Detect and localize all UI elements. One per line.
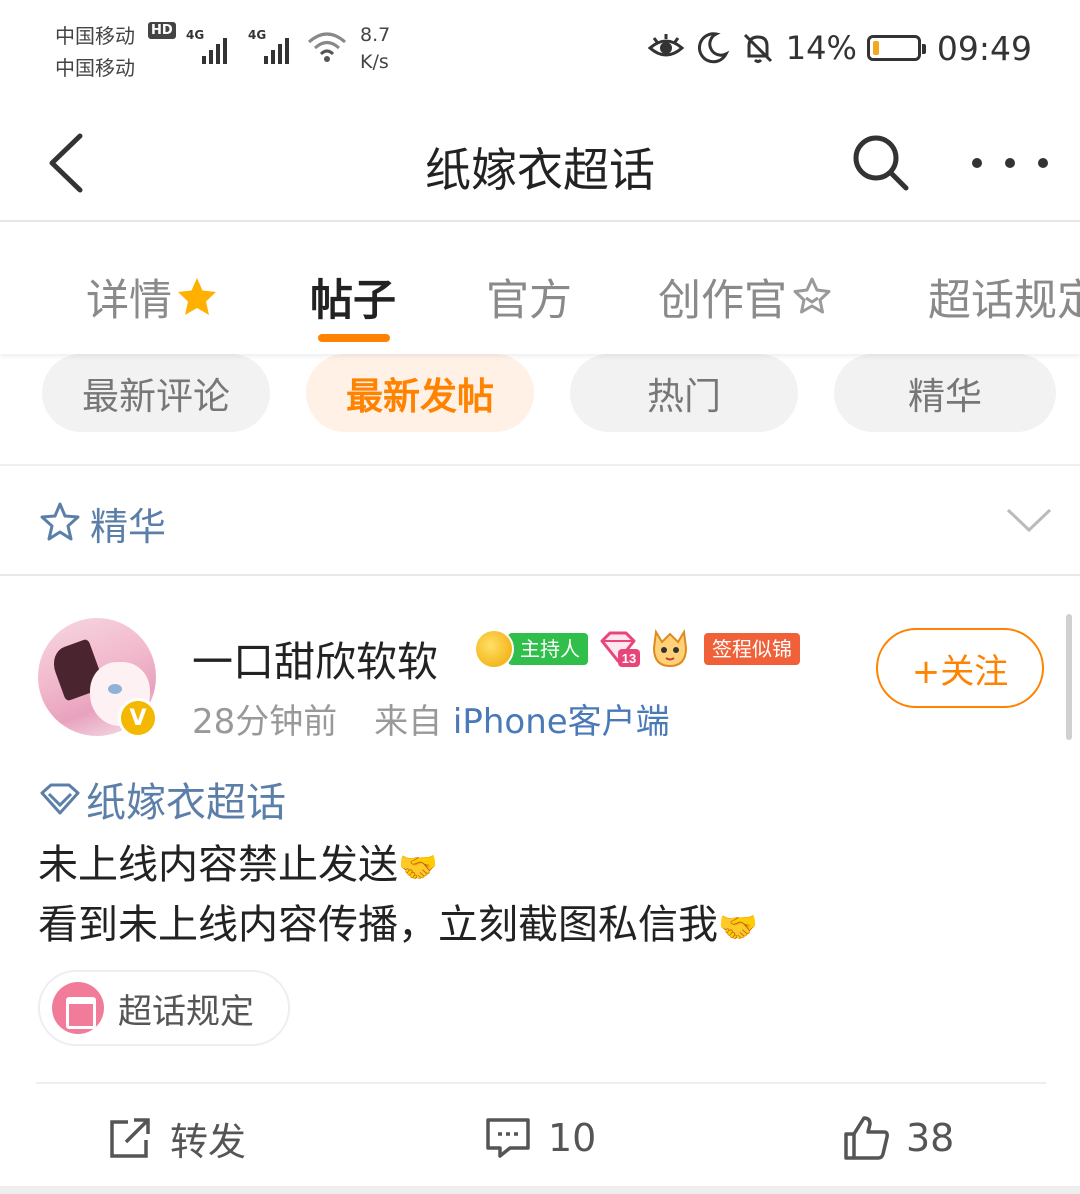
carrier-1: 中国移动 bbox=[55, 24, 135, 48]
tab-bar: 详情 帖子 官方 创作官 超话规定 bbox=[0, 222, 1080, 354]
post-text-2: 看到未上线内容传播，立刻截图私信我 bbox=[38, 902, 718, 948]
repost-label: 转发 bbox=[170, 1119, 247, 1164]
comment-icon bbox=[486, 1118, 530, 1158]
search-icon[interactable] bbox=[848, 130, 912, 194]
level-gem-icon[interactable]: 13 bbox=[596, 629, 640, 669]
handshake-icon: 🤝 bbox=[718, 908, 758, 946]
topic-label: 纸嫁衣超话 bbox=[86, 780, 286, 826]
tab-details[interactable]: 详情 bbox=[86, 266, 220, 328]
follow-button[interactable]: +关注 bbox=[876, 628, 1044, 708]
tab-official-label: 官方 bbox=[486, 276, 572, 326]
dragon-badge-icon[interactable] bbox=[648, 628, 692, 670]
mute-bell-icon bbox=[743, 33, 772, 63]
hd-badge: HD bbox=[148, 22, 176, 39]
like-count: 38 bbox=[906, 1116, 955, 1160]
verified-icon: V bbox=[118, 698, 158, 738]
user-badges: 主持人 13 签程似锦 bbox=[474, 628, 800, 670]
page-title: 纸嫁衣超话 bbox=[425, 143, 655, 197]
network-speed: 8.7 K/s bbox=[360, 22, 390, 76]
post-card: V 一口甜欣软软 主持人 13 签程似锦 +关注 28分钟前 来自 iPhone… bbox=[0, 578, 1080, 1194]
chevron-down-icon[interactable] bbox=[1004, 502, 1054, 538]
share-icon bbox=[110, 1118, 150, 1158]
tab-posts[interactable]: 帖子 bbox=[310, 266, 396, 328]
tab-details-label: 详情 bbox=[86, 276, 172, 326]
handshake-icon: 🤝 bbox=[398, 848, 438, 886]
wifi-icon bbox=[308, 32, 346, 62]
star-outline-icon bbox=[40, 502, 80, 541]
battery-icon bbox=[866, 35, 926, 61]
title-badge[interactable]: 签程似锦 bbox=[704, 633, 800, 665]
tab-rules[interactable]: 超话规定 bbox=[928, 266, 1080, 328]
status-bar: 中国移动 中国移动 HD 4G 4G 8.7 K/s 14% 09:49 bbox=[0, 0, 1080, 100]
host-badge[interactable]: 主持人 bbox=[474, 629, 588, 669]
bottom-edge bbox=[0, 1186, 1080, 1194]
section-label: 精华 bbox=[90, 505, 167, 549]
thumbs-up-icon bbox=[844, 1116, 889, 1160]
post-time: 28分钟前 bbox=[192, 702, 338, 742]
post-text-line-2: 看到未上线内容传播，立刻截图私信我🤝 bbox=[38, 892, 758, 950]
eye-comfort-icon bbox=[647, 34, 684, 57]
divider bbox=[36, 1082, 1046, 1084]
filter-bar: 最新评论 最新发帖 热门 精华 bbox=[0, 354, 1080, 466]
speed-value: 8.7 bbox=[360, 24, 391, 46]
rules-icon bbox=[52, 982, 104, 1034]
nav-bar: 纸嫁衣超话 bbox=[0, 100, 1080, 222]
level-number: 13 bbox=[622, 651, 636, 666]
tab-rules-label: 超话规定 bbox=[928, 276, 1080, 326]
like-button[interactable]: 38 bbox=[842, 1110, 954, 1166]
battery-level bbox=[872, 41, 879, 55]
tab-creator-label: 创作官 bbox=[658, 276, 787, 326]
active-tab-indicator bbox=[318, 334, 390, 342]
post-meta: 28分钟前 来自 iPhone客户端 bbox=[192, 694, 670, 743]
scrollbar[interactable] bbox=[1066, 614, 1072, 740]
supertopic-gem-icon bbox=[40, 783, 80, 815]
post-text-1: 未上线内容禁止发送 bbox=[38, 842, 398, 888]
post-source-prefix: 来自 bbox=[374, 702, 443, 742]
speed-unit: K/s bbox=[360, 51, 389, 73]
filter-hot[interactable]: 热门 bbox=[570, 354, 798, 432]
filter-latest-post[interactable]: 最新发帖 bbox=[306, 354, 534, 432]
rules-chip[interactable]: 超话规定 bbox=[38, 970, 290, 1046]
tab-creator[interactable]: 创作官 bbox=[658, 266, 835, 328]
username[interactable]: 一口甜欣软软 bbox=[192, 628, 438, 688]
topic-link[interactable]: 纸嫁衣超话 bbox=[38, 770, 286, 828]
host-emblem-icon bbox=[474, 629, 514, 669]
rules-chip-label: 超话规定 bbox=[118, 991, 254, 1032]
battery-percent: 14% bbox=[785, 29, 857, 67]
post-source-client[interactable]: iPhone客户端 bbox=[453, 702, 670, 742]
host-badge-label: 主持人 bbox=[508, 633, 588, 665]
carrier-2: 中国移动 bbox=[55, 56, 135, 80]
creator-star-icon bbox=[793, 277, 831, 314]
post-text-line-1: 未上线内容禁止发送🤝 bbox=[38, 832, 438, 890]
tab-official[interactable]: 官方 bbox=[486, 266, 572, 328]
moon-icon bbox=[697, 32, 730, 64]
filter-latest-comment[interactable]: 最新评论 bbox=[42, 354, 270, 432]
comment-count: 10 bbox=[548, 1116, 597, 1160]
filter-featured[interactable]: 精华 bbox=[834, 354, 1056, 432]
clock: 09:49 bbox=[936, 28, 1032, 68]
comment-button[interactable]: 10 bbox=[484, 1110, 596, 1166]
more-icon[interactable] bbox=[972, 148, 1048, 178]
tab-posts-label: 帖子 bbox=[310, 276, 396, 326]
star-icon bbox=[178, 278, 216, 315]
repost-button[interactable]: 转发 bbox=[106, 1110, 246, 1166]
featured-section-header[interactable]: 精华 bbox=[0, 468, 1080, 576]
